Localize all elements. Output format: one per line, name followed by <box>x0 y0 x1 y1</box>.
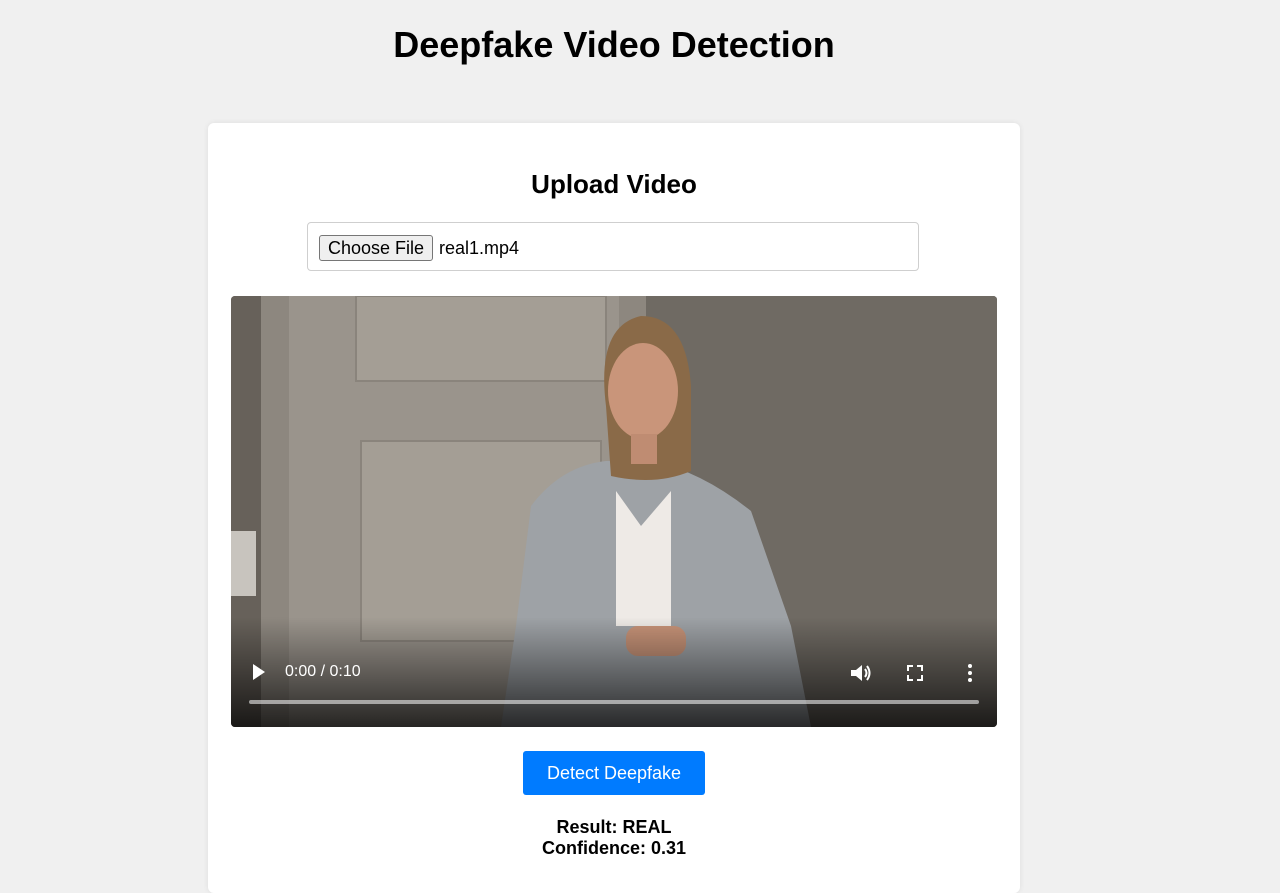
confidence-label: Confidence: 0.31 <box>541 838 687 858</box>
play-icon[interactable] <box>251 663 267 681</box>
more-options-icon[interactable] <box>962 662 978 684</box>
upload-heading: Upload Video <box>531 169 697 199</box>
page-title: Deepfake Video Detection <box>393 24 835 65</box>
result-label: Result: REAL <box>556 817 672 837</box>
video-progress-slider[interactable] <box>249 700 979 704</box>
selected-file-name: real1.mp4 <box>439 238 520 258</box>
result-panel: Result: REAL Confidence: 0.31 <box>208 817 1020 859</box>
volume-icon[interactable] <box>849 662 873 684</box>
file-input[interactable]: Choose File real1.mp4 <box>307 222 919 271</box>
upload-card: Upload Video Choose File real1.mp4 0:00 … <box>208 123 1020 893</box>
video-player[interactable]: 0:00 / 0:10 <box>231 296 997 727</box>
choose-file-button[interactable]: Choose File <box>319 235 434 261</box>
detect-deepfake-button[interactable]: Detect Deepfake <box>523 751 705 795</box>
fullscreen-icon[interactable] <box>905 663 925 683</box>
video-time-display: 0:00 / 0:10 <box>285 663 361 680</box>
